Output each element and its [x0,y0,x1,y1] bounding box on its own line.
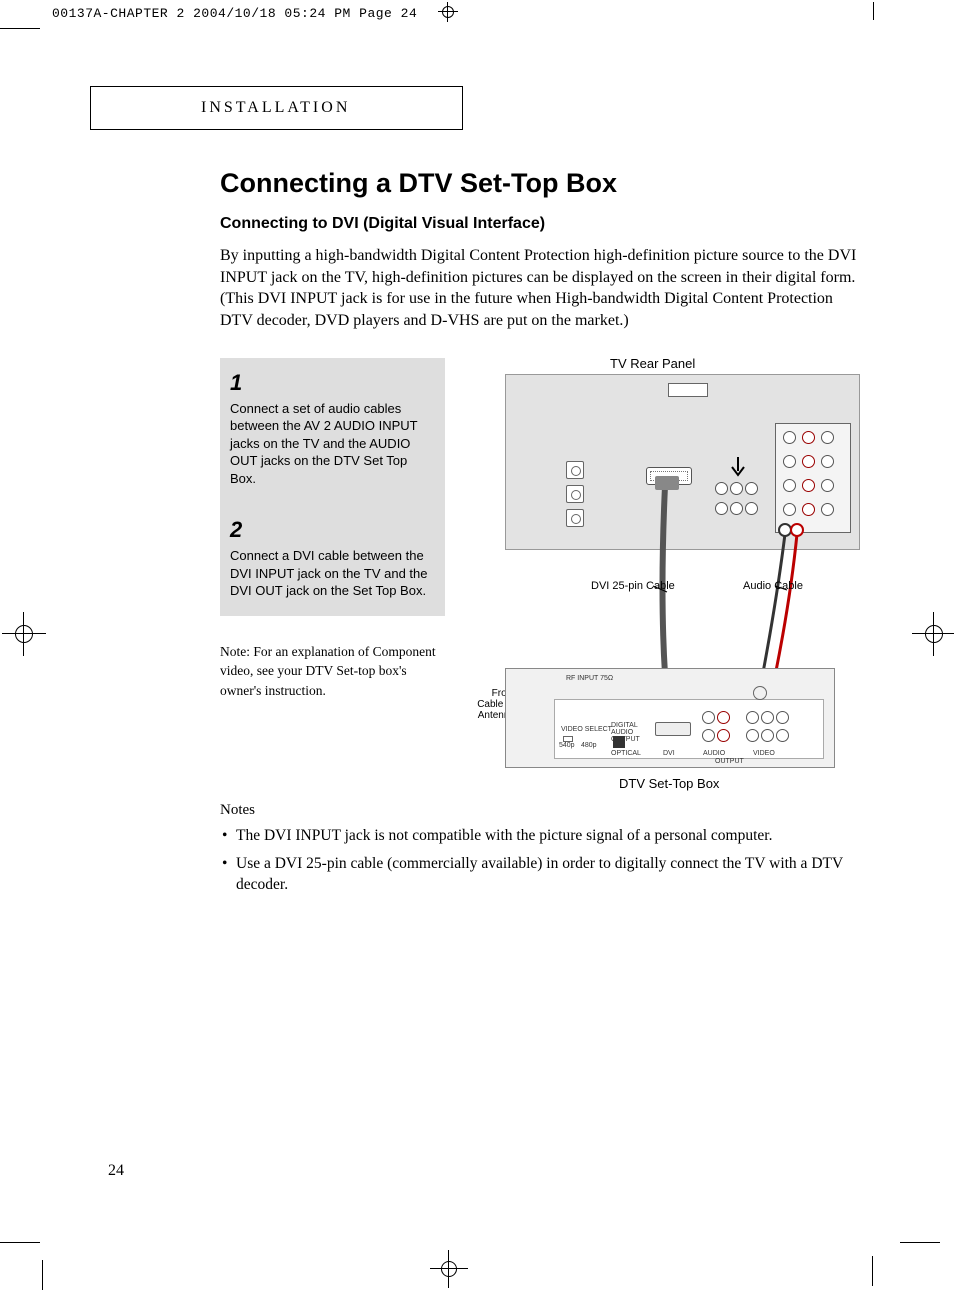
audio-cable-label: Audio Cable [743,580,803,592]
note-item: The DVI INPUT jack is not compatible wit… [220,825,860,847]
stb-audio-label: AUDIO [703,750,725,757]
stb-540p-label: 540p [559,742,575,749]
crop-mark [42,1260,43,1290]
diagram-label-stb: DTV Set-Top Box [619,776,719,791]
step-note: Note: For an explanation of Component vi… [220,642,445,701]
step-number: 1 [230,368,435,398]
connection-diagram: TV Rear Panel [465,358,860,798]
stb-optical-label: OPTICAL [611,750,641,757]
crop-mark [0,1242,40,1243]
step-number: 2 [230,515,435,545]
stb-video-select-label: VIDEO SELECT [561,726,612,733]
steps-box: 1 Connect a set of audio cables between … [220,358,445,616]
step-text: Connect a set of audio cables between th… [230,400,435,488]
crop-mark [873,2,874,20]
notes-heading: Notes [220,802,860,819]
dvi-port-icon [646,467,692,485]
section-label: INSTALLATION [201,99,350,117]
set-top-box-illustration: RF INPUT 75Ω VIDEO SELECT 540p 480p DIGI… [505,668,835,768]
crop-mark [872,1256,873,1286]
crop-mark [900,1242,940,1243]
registration-mark-icon [12,622,36,646]
print-header: 00137A-CHAPTER 2 2004/10/18 05:24 PM Pag… [52,6,417,21]
stb-dvi-label: DVI [663,750,675,757]
registration-mark-icon [438,1258,460,1280]
note-item: Use a DVI 25-pin cable (commercially ava… [220,853,860,896]
page-subtitle: Connecting to DVI (Digital Visual Interf… [220,215,860,233]
intro-paragraph: By inputting a high-bandwidth Digital Co… [220,245,860,331]
diagram-label-tv: TV Rear Panel [610,356,695,371]
stb-video-label: VIDEO [753,750,775,757]
tv-rear-panel-illustration [505,374,860,550]
arrow-down-icon [730,457,746,479]
stb-rf-label: RF INPUT 75Ω [566,675,613,682]
stb-output-label: OUTPUT [715,758,744,765]
step-text: Connect a DVI cable between the DVI INPU… [230,547,435,600]
section-header-box: INSTALLATION [90,86,463,130]
crop-mark [0,28,40,29]
page-number: 24 [108,1162,124,1180]
stb-480p-label: 480p [581,742,597,749]
page-title: Connecting a DTV Set-Top Box [220,168,860,199]
registration-mark-icon [922,622,946,646]
dvi-cable-label: DVI 25-pin Cable [591,580,675,592]
registration-mark-icon [438,2,458,22]
